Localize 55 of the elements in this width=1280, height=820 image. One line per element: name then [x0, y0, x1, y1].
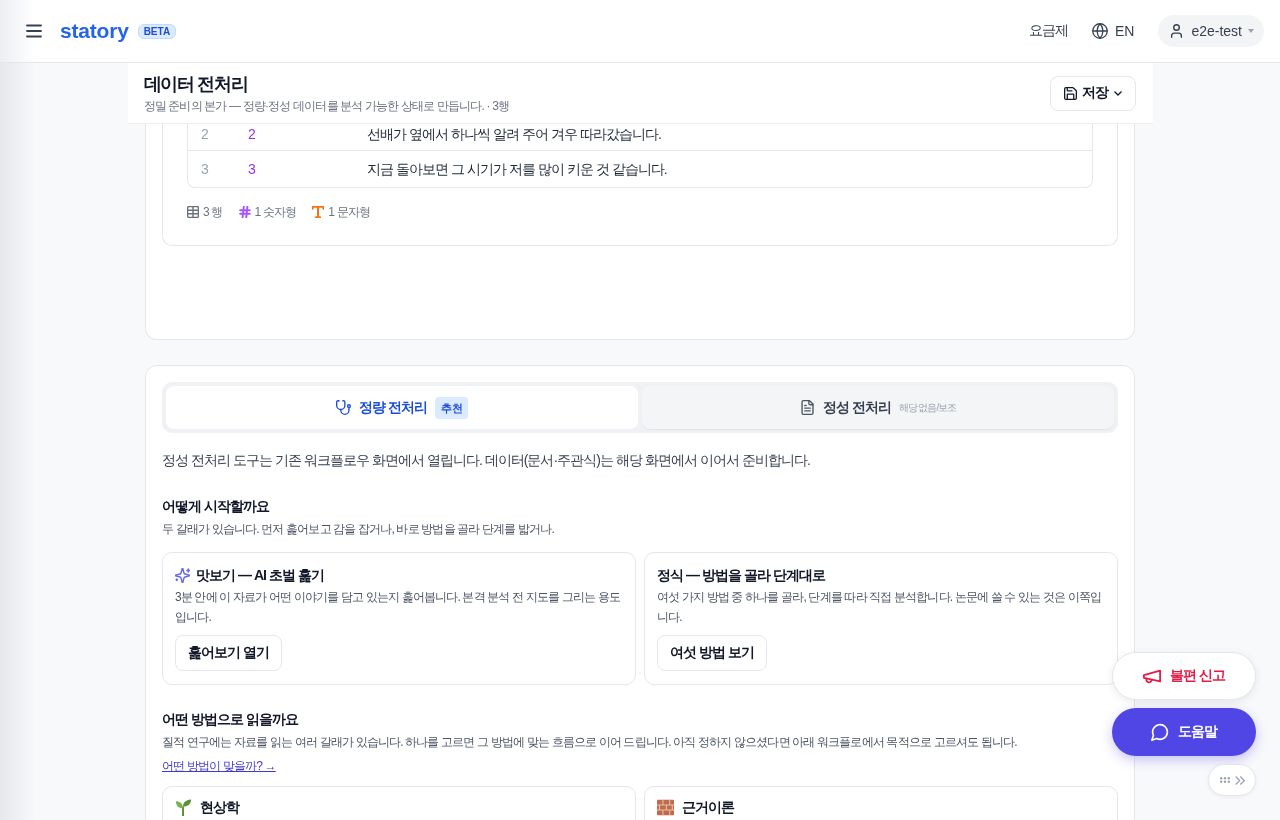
- seedling-icon: [175, 799, 192, 816]
- summary-text: 1 문자형: [328, 203, 371, 221]
- method-card[interactable]: 현상학: [162, 786, 636, 820]
- section-heading: 어떤 방법으로 읽을까요: [162, 710, 300, 729]
- stethoscope-icon: [336, 400, 352, 415]
- chevrons-right-icon: [1234, 775, 1245, 785]
- beta-badge: BETA: [137, 23, 177, 39]
- brick-wall-icon: [657, 799, 674, 816]
- page-title: 데이터 전처리: [143, 73, 249, 96]
- document-icon: [799, 400, 815, 415]
- method-card[interactable]: 근거이론: [644, 786, 1118, 820]
- method-name: 근거이론: [682, 798, 735, 817]
- option-description: 3분 안에 이 자료가 어떤 이야기를 담고 있는지 훑어봅니다. 본격 분석 전 지도를 그리는 용도입니다.: [175, 589, 621, 626]
- chevron-down-icon: [1113, 90, 1122, 96]
- feedback-button[interactable]: 불편 신고: [1112, 652, 1256, 700]
- option-title: 정식 — 방법을 골라 단계대로: [657, 566, 825, 585]
- section-heading: 어떻게 시작할까요: [162, 497, 271, 516]
- help-button[interactable]: 도움말: [1112, 708, 1256, 756]
- summary-text: 1 숫자형: [254, 203, 297, 221]
- caret-icon: [1248, 29, 1254, 33]
- method-name: 현상학: [200, 798, 240, 817]
- tab[interactable]: 정성 전처리 해당 없음/보조: [642, 386, 1114, 429]
- menu-icon[interactable]: [26, 24, 42, 38]
- tab-note: 해당 없음/보조: [898, 400, 957, 415]
- user-icon: [1170, 24, 1184, 38]
- save-button[interactable]: 저장: [1050, 75, 1136, 111]
- method-guide-link[interactable]: 어떤 방법이 맞을까? →: [162, 757, 276, 775]
- grip-dots-icon: [1219, 777, 1230, 783]
- save-icon: [1064, 86, 1078, 100]
- section-description: 질적 연구에는 자료를 읽는 여러 갈래가 있습니다. 하나를 고르면 그 방법에 맞는 흐름으로 이어 드립니다. 아직 정하지 않으셨다면 아래 워크플로에서 목적으로 고르셔도 됩니다.: [162, 734, 1018, 751]
- option-description: 여섯 가지 방법 중 하나를 골라, 단계를 따라 직접 분석합니다. 논문에 쓸 수 있는 것은 이쪽입니다.: [657, 589, 1103, 626]
- user-menu-button[interactable]: e2e-test: [1158, 15, 1264, 47]
- table-cell-text: 2: [201, 125, 208, 144]
- app-logo[interactable]: statory: [60, 19, 129, 43]
- sparkles-icon: [175, 567, 190, 583]
- recommended-badge: 추천: [435, 396, 468, 419]
- notice-text: 정성 전처리 도구는 기존 워크플로우 화면에서 열립니다. 데이터(문서·주관식)는 해당 화면에서 이어서 준비합니다.: [162, 451, 811, 470]
- option-button[interactable]: 여섯 방법 보기: [657, 635, 767, 671]
- chat-bubble-icon: [1150, 723, 1169, 741]
- summary-text: 3 행: [203, 203, 223, 221]
- pricing-link[interactable]: 요금제: [1028, 22, 1068, 40]
- table-cell-text: 선배가 옆에서 하나씩 알려 주어 겨우 따라갔습니다.: [367, 125, 661, 144]
- option-button[interactable]: 훑어보기 열기: [175, 635, 283, 671]
- dock-toggle-button[interactable]: [1208, 764, 1256, 796]
- table-cell-text: 2: [248, 125, 255, 144]
- table-cell-text: 지금 돌아보면 그 시기가 저를 많이 키운 것 같습니다.: [367, 160, 667, 179]
- tab[interactable]: 정량 전처리 추천: [166, 386, 638, 429]
- language-button[interactable]: EN: [1091, 23, 1135, 39]
- table-cell-text: 3: [201, 160, 208, 179]
- section-description: 두 갈래가 있습니다. 먼저 훑어보고 감을 잡거나, 바로 방법을 골라 단계를 밟거나.: [162, 521, 556, 538]
- megaphone-icon: [1143, 667, 1161, 685]
- globe-icon: [1091, 23, 1108, 39]
- table-cell-text: 3: [248, 160, 255, 179]
- option-title: 맛보기 — AI 초벌 훑기: [196, 566, 324, 585]
- page-subtitle: 정밀 준비의 본가 — 정량·정성 데이터를 분석 가능한 상태로 만듭니다. · 3행: [143, 98, 510, 114]
